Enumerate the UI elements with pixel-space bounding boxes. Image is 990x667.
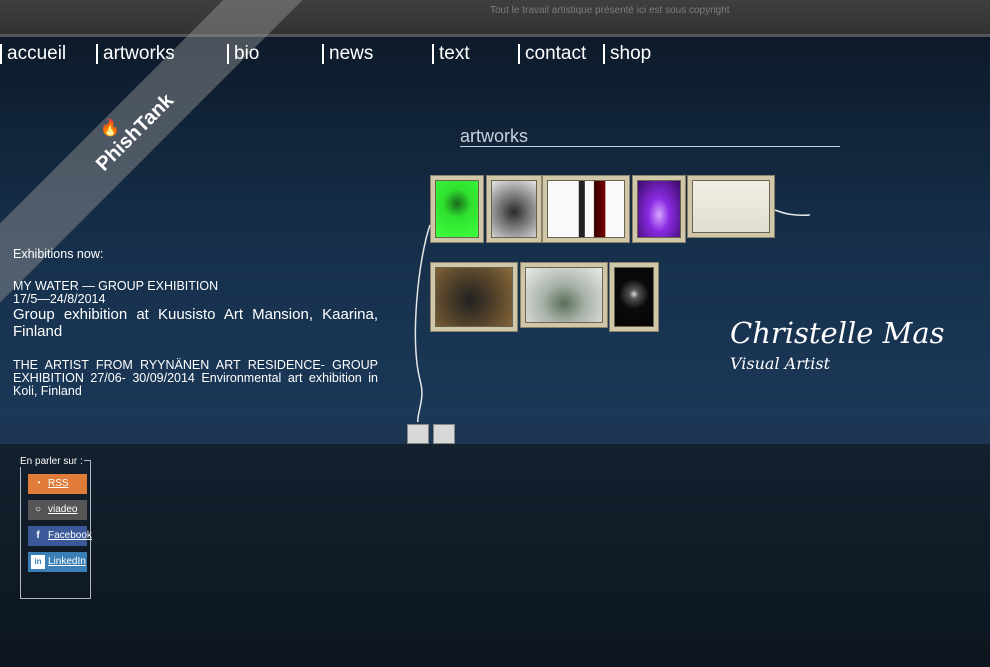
nav-bio[interactable]: bio <box>227 44 259 64</box>
power-socket-icon <box>433 424 455 444</box>
artwork-thumb-exhibition-room[interactable] <box>687 175 775 238</box>
artist-signature: Christelle Mas Visual Artist <box>730 316 945 373</box>
nav-accueil[interactable]: accueil <box>0 44 66 64</box>
exhibitions-heading: Exhibitions now: <box>13 247 104 261</box>
nav-contact[interactable]: contact <box>518 44 586 64</box>
artist-name: Christelle Mas <box>730 316 945 350</box>
nav-text[interactable]: text <box>432 44 470 64</box>
exhibitions-block: Exhibitions now: MY WATER — GROUP EXHIBI… <box>13 248 378 398</box>
artwork-thumb-circular-installation[interactable] <box>520 262 608 328</box>
facebook-button[interactable]: f Facebook <box>28 526 92 546</box>
artwork-thumb-violet-pear[interactable] <box>632 175 686 243</box>
rss-button[interactable]: ◔ RSS <box>28 474 87 494</box>
facebook-icon: f <box>36 530 40 541</box>
share-label: En parler sur : <box>19 456 84 467</box>
exhibition-1-dates: 17/5—24/8/2014 <box>13 292 106 306</box>
rss-icon: ◔ <box>34 478 42 489</box>
section-title: artworks <box>460 126 840 147</box>
viadeo-label: viadeo <box>48 504 78 515</box>
artwork-thumb-gallery-wall[interactable] <box>542 175 630 243</box>
linkedin-icon: in <box>31 555 45 569</box>
exhibition-2-text: THE ARTIST FROM RYYNÄNEN ART RESIDENCE- … <box>13 358 378 398</box>
copyright-notice: Tout le travail artistique présenté ici … <box>490 5 730 16</box>
divider-bar <box>0 422 990 444</box>
linkedin-button[interactable]: in LinkedIn <box>28 552 87 572</box>
artwork-thumb-dark-stone[interactable] <box>430 262 518 332</box>
top-bar: Tout le travail artistique présenté ici … <box>0 0 990 37</box>
nav-news[interactable]: news <box>322 44 373 64</box>
linkedin-label: LinkedIn <box>48 556 86 567</box>
nav-artworks[interactable]: artworks <box>96 44 175 64</box>
footer-panel <box>0 444 990 667</box>
artwork-thumb-metal-sculpture[interactable] <box>486 175 542 243</box>
artwork-thumb-green-figure[interactable] <box>430 175 484 243</box>
artist-role: Visual Artist <box>730 354 831 373</box>
exhibition-1-description: Group exhibition at Kuusisto Art Mansion… <box>13 306 378 340</box>
artwork-thumb-sparkle[interactable] <box>609 262 659 332</box>
facebook-label: Facebook <box>48 530 92 541</box>
nav-shop[interactable]: shop <box>603 44 651 64</box>
power-plug-icon <box>407 424 429 444</box>
viadeo-button[interactable]: ○ viadeo <box>28 500 87 520</box>
viadeo-icon: ○ <box>34 504 42 515</box>
rss-label: RSS <box>48 478 69 489</box>
main-navigation: accueil artworks bio news text contact s… <box>0 44 990 68</box>
